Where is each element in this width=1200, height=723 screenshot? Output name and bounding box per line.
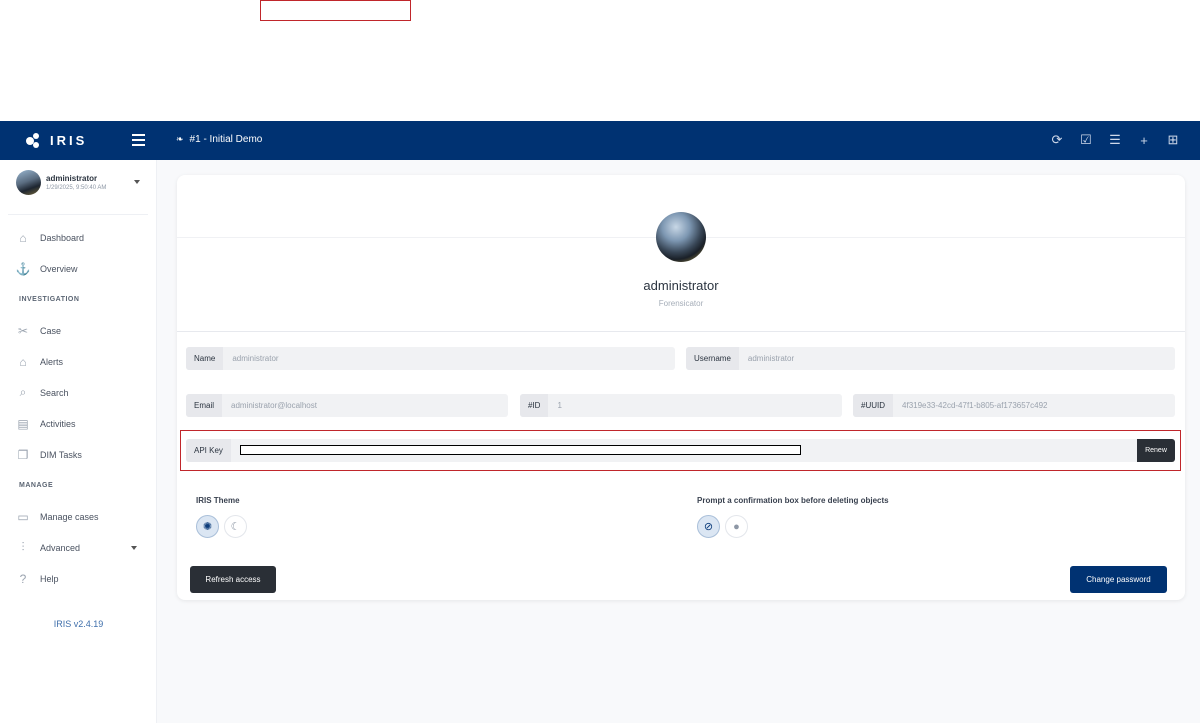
id-field[interactable]: #ID 1 [520,394,842,417]
sidebar-nav: ⌂ Dashboard ⚓ Overview INVESTIGATION ✂ C… [0,222,157,594]
email-field[interactable]: Email administrator@localhost [186,394,508,417]
dark-theme-toggle[interactable]: ☾ [224,515,247,538]
sidebar-item-search[interactable]: ⌕ Search [0,377,157,408]
sidebar-item-label: Dashboard [40,232,85,243]
field-label: API Key [186,439,231,462]
top-navbar: IRIS ❧ #1 - Initial Demo ⟳ ☑ ☰ + ⊞ [0,121,1200,160]
divider [177,331,1185,332]
avatar [16,170,41,195]
case-title[interactable]: ❧ #1 - Initial Demo [176,134,262,145]
sidebar-item-label: Advanced [40,542,81,553]
sidebar-item-dashboard[interactable]: ⌂ Dashboard [0,222,157,253]
home-icon: ⌂ [19,230,27,245]
comment-icon: ● [733,520,740,533]
iris-logo-icon [26,132,44,149]
database-icon[interactable]: ☰ [1108,132,1122,147]
search-icon: ⌕ [19,385,27,399]
sidebar-item-dim-tasks[interactable]: ❐ DIM Tasks [0,439,157,470]
field-label: Username [686,347,739,370]
uuid-field[interactable]: #UUID 4f319e33-42cd-47f1-b805-af173657c4… [853,394,1175,417]
section-title-investigation: INVESTIGATION [19,296,80,303]
sidebar-item-case[interactable]: ✂ Case [0,315,157,346]
field-value: 1 [557,401,562,410]
moon-icon: ☾ [230,521,241,533]
field-value: 4f319e33-42cd-47f1-b805-af173657c492 [902,401,1048,410]
grid-icon[interactable]: ⊞ [1166,132,1180,147]
overview-icon: ⚓ [15,261,31,276]
sun-icon: ✺ [202,521,213,533]
top-icons: ⟳ ☑ ☰ + ⊞ [1050,132,1180,148]
user-menu[interactable]: administrator 1/29/2025, 9:50:40 AM [8,170,148,215]
name-field[interactable]: Name administrator [186,347,675,370]
sidebar-item-label: Search [40,387,69,398]
version-label: IRIS v2.4.19 [53,619,104,629]
confirm-on-toggle[interactable]: ● [725,515,748,538]
chevron-down-icon [131,545,137,550]
sidebar-item-label: Case [40,325,62,336]
sidebar-item-label: DIM Tasks [40,449,82,460]
profile-avatar [656,212,706,262]
brand-name: IRIS [50,133,88,148]
field-label: Email [186,394,223,417]
case-title-label: #1 - Initial Demo [189,134,263,145]
checkbox-icon[interactable]: ☑ [1079,132,1093,147]
renew-button[interactable]: Renew [1137,439,1175,462]
sidebar-item-label: Manage cases [40,511,99,522]
folder-icon: ▭ [17,509,29,524]
username-field[interactable]: Username administrator [686,347,1175,370]
field-label: Name [186,347,224,370]
sliders-icon: ⫶ [21,540,25,554]
chevron-down-icon[interactable] [134,180,140,184]
sidebar-item-help[interactable]: ? Help [0,563,157,594]
refresh-icon[interactable]: ⟳ [1050,132,1064,147]
plus-icon[interactable]: + [1137,133,1151,148]
field-value: administrator@localhost [231,401,317,410]
sidebar-item-label: Help [40,573,59,584]
sidebar-item-label: Alerts [40,356,64,367]
user-name: administrator [46,174,98,183]
sidebar-item-advanced[interactable]: ⫶ Advanced [0,532,157,563]
theme-title: IRIS Theme [196,496,240,505]
bell-icon: ⌂ [19,354,27,369]
leaf-icon: ❧ [176,134,184,144]
sidebar-item-alerts[interactable]: ⌂ Alerts [0,346,157,377]
tasks-icon: ❐ [17,447,29,462]
field-value: administrator [747,354,795,363]
light-theme-toggle[interactable]: ✺ [196,515,219,538]
sidebar-item-overview[interactable]: ⚓ Overview [0,253,157,284]
sidebar-item-activities[interactable]: ▤ Activities [0,408,157,439]
confirm-title: Prompt a confirmation box before deletin… [697,496,889,505]
refresh-access-button[interactable]: Refresh access [190,566,276,593]
file-icon: ▤ [17,416,29,431]
sidebar-item-manage-cases[interactable]: ▭ Manage cases [0,501,157,532]
field-label: #UUID [853,394,894,417]
sidebar-item-label: Overview [40,263,78,274]
last-login: 1/29/2025, 9:50:40 AM [46,185,107,191]
api-key-input[interactable] [240,445,801,455]
profile-role: Forensicator [658,299,704,308]
field-label: #ID [520,394,549,417]
case-icon: ✂ [17,323,29,338]
sidebar: administrator 1/29/2025, 9:50:40 AM ⌂ Da… [0,160,157,723]
menu-toggle-icon[interactable] [132,134,145,146]
change-password-button[interactable]: Change password [1070,566,1167,593]
help-icon: ? [19,571,27,586]
confirm-off-toggle[interactable]: ⊘ [697,515,720,538]
highlight-box [260,0,411,21]
field-value: administrator [232,354,279,363]
profile-name: administrator [643,278,719,293]
comment-slash-icon: ⊘ [703,521,714,533]
section-title-manage: MANAGE [19,482,54,489]
sidebar-item-label: Activities [40,418,76,429]
profile-card: administrator Forensicator Name administ… [177,175,1185,600]
